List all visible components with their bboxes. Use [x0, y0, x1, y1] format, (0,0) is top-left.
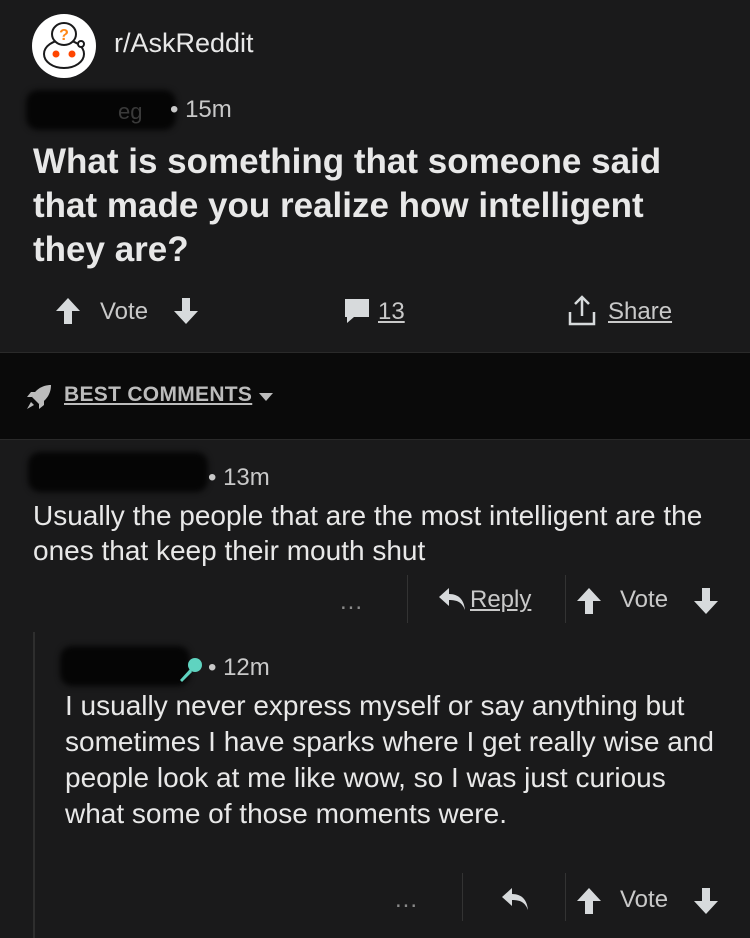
comment-vote-label: Vote	[620, 886, 669, 913]
comment-timestamp: • 13m	[208, 464, 270, 491]
more-options-icon[interactable]: ...	[340, 588, 363, 616]
reply-arrow-icon[interactable]	[437, 586, 467, 617]
post-title[interactable]: What is something that someone said that…	[33, 140, 723, 272]
thread-line[interactable]	[33, 632, 35, 938]
author-redacted	[26, 90, 176, 130]
share-icon[interactable]	[566, 294, 598, 335]
comment-vote-label: Vote	[620, 586, 669, 613]
subreddit-name[interactable]: r/AskReddit	[114, 28, 254, 59]
sort-best-comments[interactable]: BEST COMMENTS	[64, 383, 252, 407]
comment-bubble-icon[interactable]	[342, 296, 372, 333]
upvote-arrow-icon[interactable]	[54, 296, 82, 333]
downvote-arrow-icon[interactable]	[172, 296, 200, 333]
divider	[407, 575, 408, 623]
reply-arrow-icon[interactable]	[500, 886, 530, 917]
post-timestamp: • 15m	[170, 96, 232, 123]
divider	[565, 873, 566, 921]
askreddit-snoo-icon[interactable]: ?	[32, 14, 96, 78]
rocket-icon[interactable]	[24, 382, 54, 417]
post-author-tail[interactable]: eg	[118, 99, 142, 125]
share-button[interactable]: Share	[608, 298, 672, 326]
upvote-arrow-icon[interactable]	[575, 586, 603, 621]
divider	[565, 575, 566, 623]
comment-author-redacted	[60, 646, 190, 686]
chevron-down-icon[interactable]	[258, 390, 274, 408]
comment-timestamp: • 12m	[208, 654, 270, 681]
comment-author-redacted	[28, 452, 208, 492]
svg-text:?: ?	[59, 27, 69, 44]
comment-count[interactable]: 13	[378, 298, 405, 326]
downvote-arrow-icon[interactable]	[692, 886, 720, 921]
microphone-icon	[176, 656, 204, 689]
comment-body: I usually never express myself or say an…	[65, 690, 714, 829]
comment-body: Usually the people that are the most int…	[33, 500, 703, 566]
more-options-icon[interactable]: ...	[395, 886, 418, 914]
upvote-arrow-icon[interactable]	[575, 886, 603, 921]
reply-button[interactable]: Reply	[470, 586, 531, 614]
divider	[462, 873, 463, 921]
post-vote-label: Vote	[100, 298, 149, 325]
downvote-arrow-icon[interactable]	[692, 586, 720, 621]
